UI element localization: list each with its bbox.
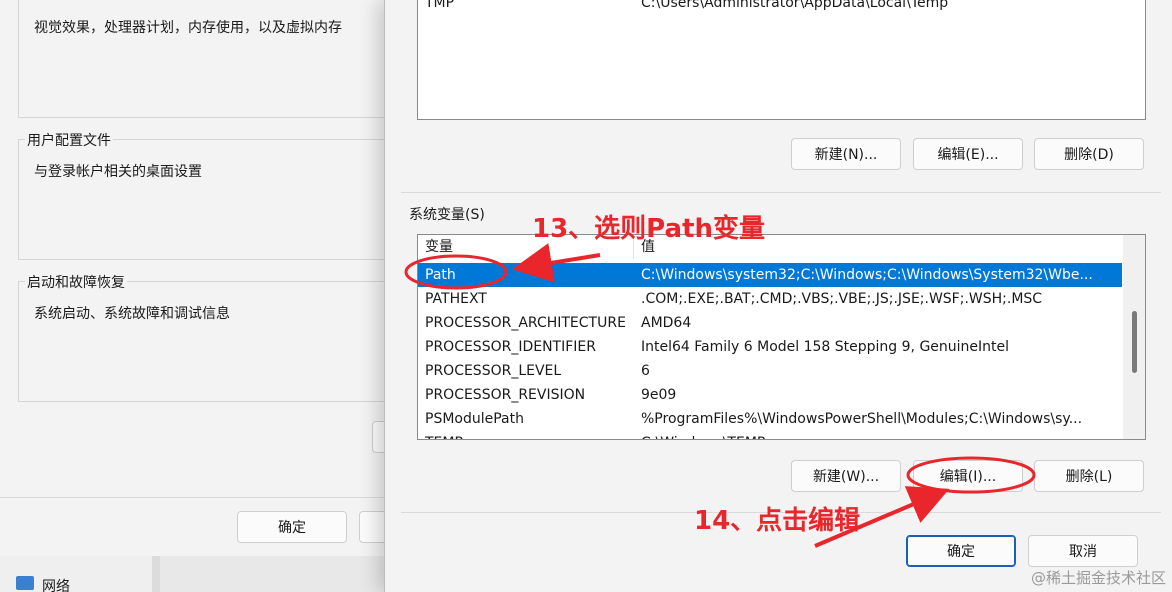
annotation-arrow-14 [814,486,950,548]
annotation-circle-path [404,254,508,290]
watermark: @稀土掘金技术社区 [1030,569,1166,587]
annotation-overlay [404,243,1036,548]
annotation-circle-edit [906,456,1036,494]
annotation-arrow-13 [512,243,601,283]
